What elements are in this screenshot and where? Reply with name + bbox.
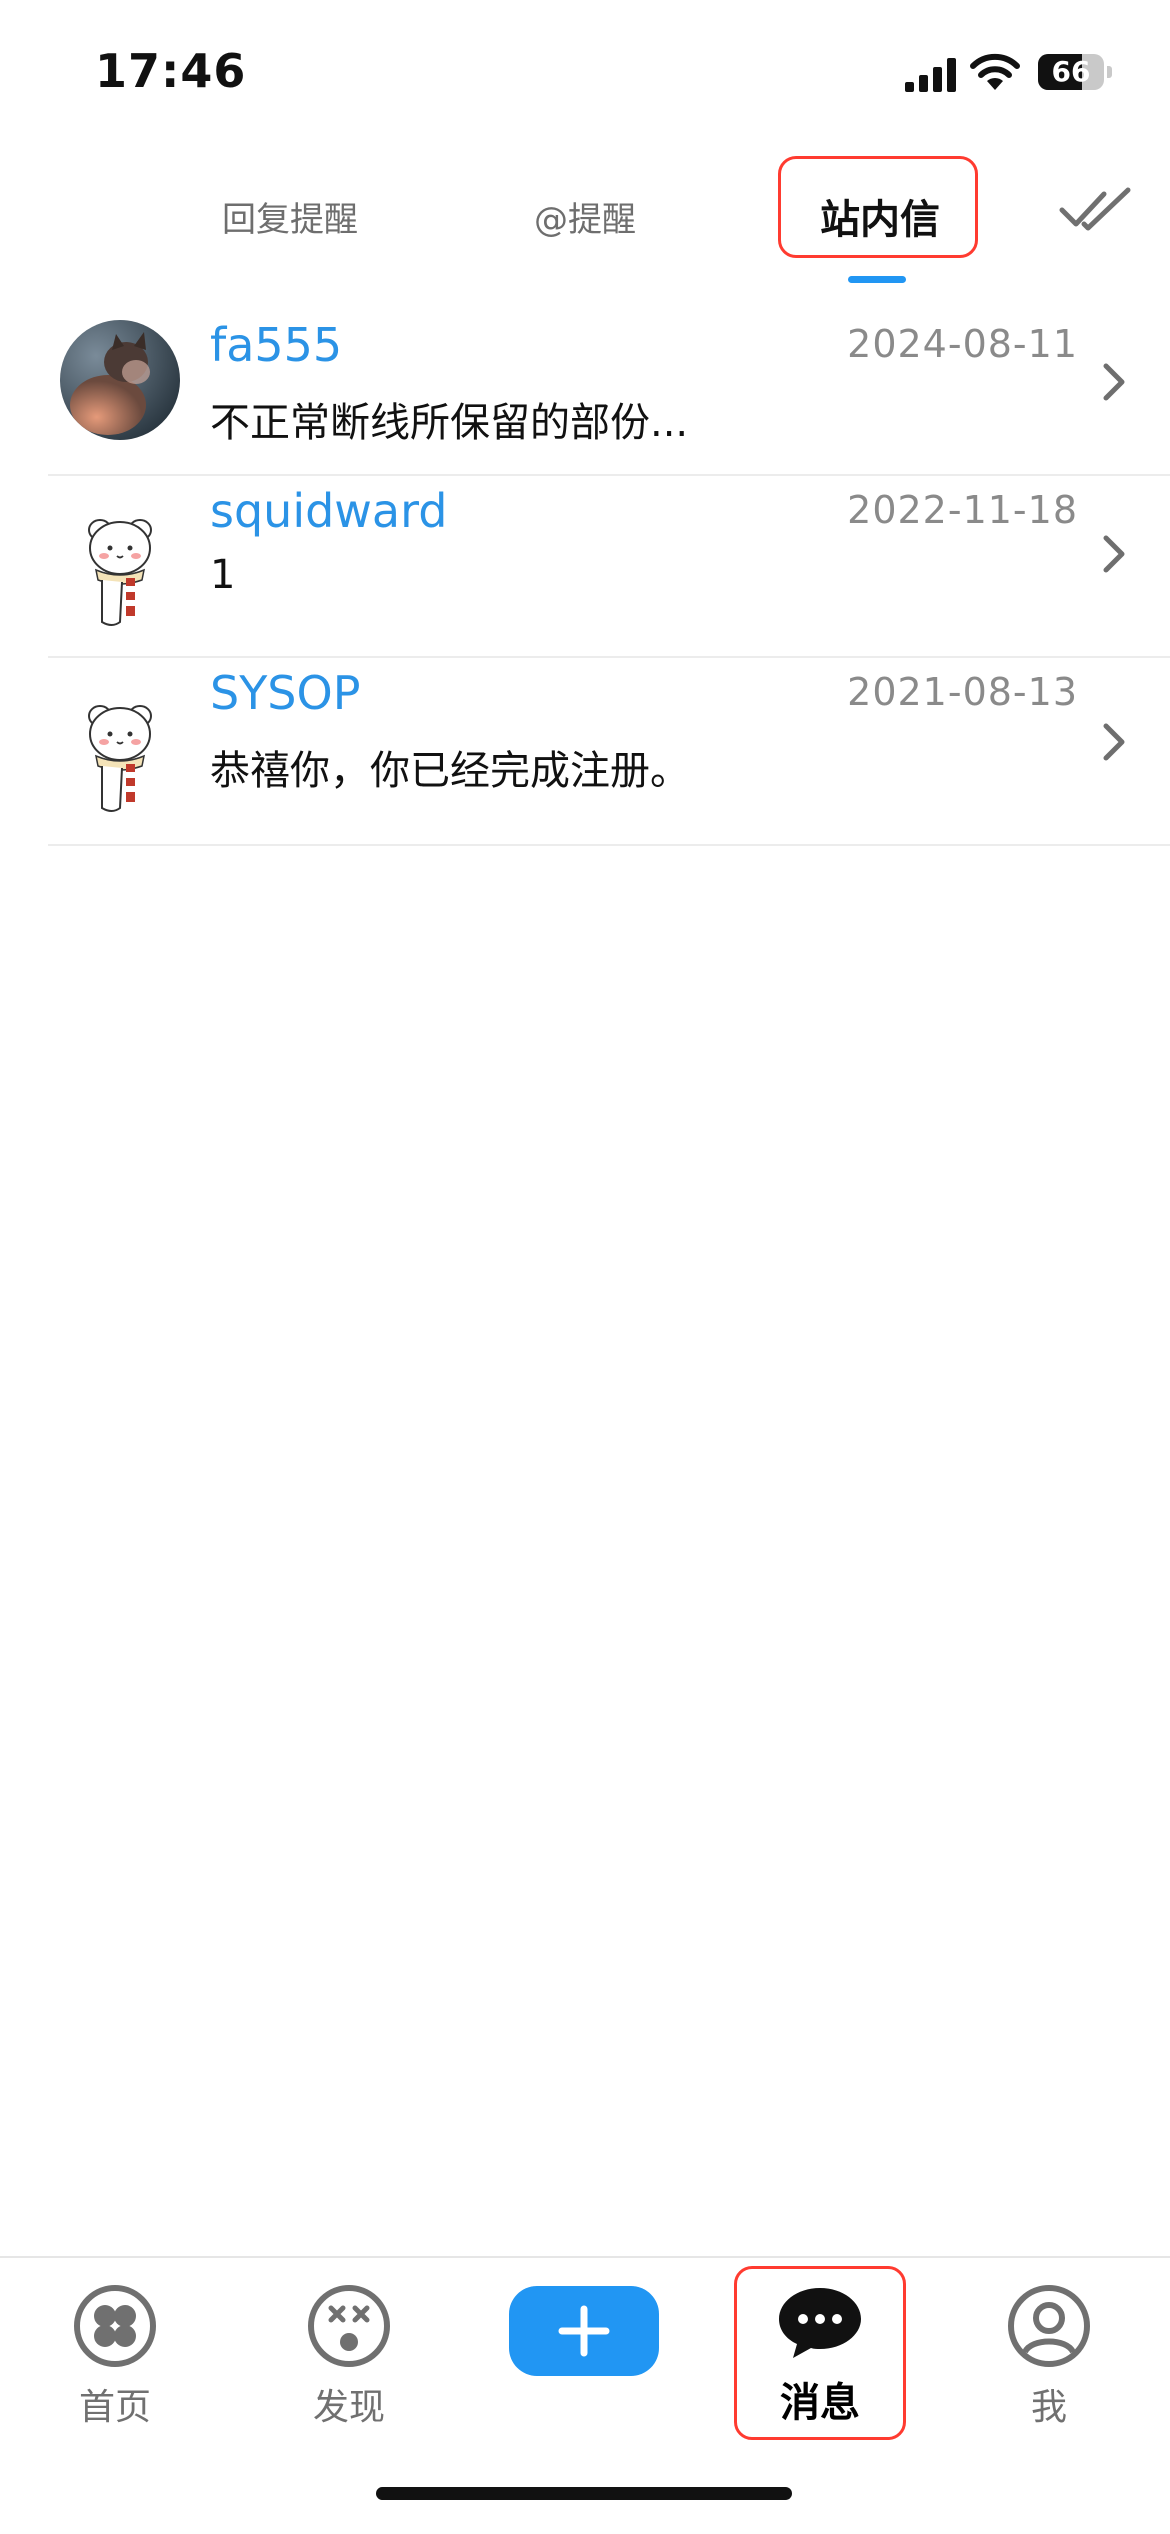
avatar	[60, 696, 180, 816]
sender-name: SYSOP	[210, 666, 361, 720]
row-divider	[48, 844, 1170, 846]
message-preview: 恭禧你，你已经完成注册。	[210, 748, 690, 794]
nav-discover-label: 发现	[312, 2387, 385, 2428]
battery-level: 66	[1051, 55, 1091, 88]
user-circle-icon	[1008, 2285, 1090, 2367]
tab-reply-reminders[interactable]: 回复提醒	[200, 190, 380, 250]
cellular-signal-icon	[905, 58, 956, 92]
nav-home[interactable]: 首页	[40, 2284, 190, 2430]
home-indicator	[376, 2487, 792, 2500]
message-preview: 1	[210, 552, 236, 598]
nav-home-label: 首页	[78, 2387, 151, 2428]
chevron-right-icon	[1103, 363, 1125, 401]
clover-icon	[74, 2285, 156, 2367]
chevron-right-icon	[1103, 723, 1125, 761]
nav-highlight-outline	[734, 2266, 906, 2440]
status-bar: 17:46 66	[0, 0, 1170, 140]
plus-icon	[558, 2305, 610, 2357]
chevron-right-icon	[1103, 535, 1125, 573]
message-date: 2024-08-11	[847, 322, 1078, 366]
avatar	[60, 510, 180, 630]
sender-name: squidward	[210, 484, 448, 538]
tab-mention-reminders[interactable]: @提醒	[505, 190, 665, 250]
tab-highlight-outline	[778, 156, 978, 258]
message-tabs: 回复提醒 @提醒 站内信	[0, 150, 1170, 280]
nav-me[interactable]: 我	[974, 2284, 1124, 2430]
dizzy-face-icon	[308, 2285, 390, 2367]
bear-avatar	[88, 705, 152, 812]
message-row[interactable]: squidward 2022-11-18 1	[0, 476, 1170, 658]
message-row[interactable]: fa555 2024-08-11 不正常断线所保留的部份...	[0, 310, 1170, 476]
double-check-icon[interactable]	[1058, 186, 1134, 232]
cat-photo-avatar	[60, 320, 180, 440]
nav-discover[interactable]: 发现	[274, 2284, 424, 2430]
message-preview: 不正常断线所保留的部份...	[210, 400, 689, 446]
battery-icon: 66	[1038, 54, 1112, 90]
status-time: 17:46	[95, 44, 247, 98]
sender-name: fa555	[210, 318, 343, 372]
nav-me-label: 我	[1030, 2387, 1067, 2428]
message-date: 2021-08-13	[847, 670, 1078, 714]
wifi-icon	[970, 53, 1020, 90]
active-tab-indicator	[848, 276, 906, 283]
message-list: fa555 2024-08-11 不正常断线所保留的部份... squidwar…	[0, 310, 1170, 846]
avatar	[60, 320, 180, 440]
compose-button[interactable]	[509, 2286, 659, 2376]
message-row[interactable]: SYSOP 2021-08-13 恭禧你，你已经完成注册。	[0, 658, 1170, 846]
message-date: 2022-11-18	[847, 488, 1078, 532]
bear-avatar	[88, 519, 152, 626]
